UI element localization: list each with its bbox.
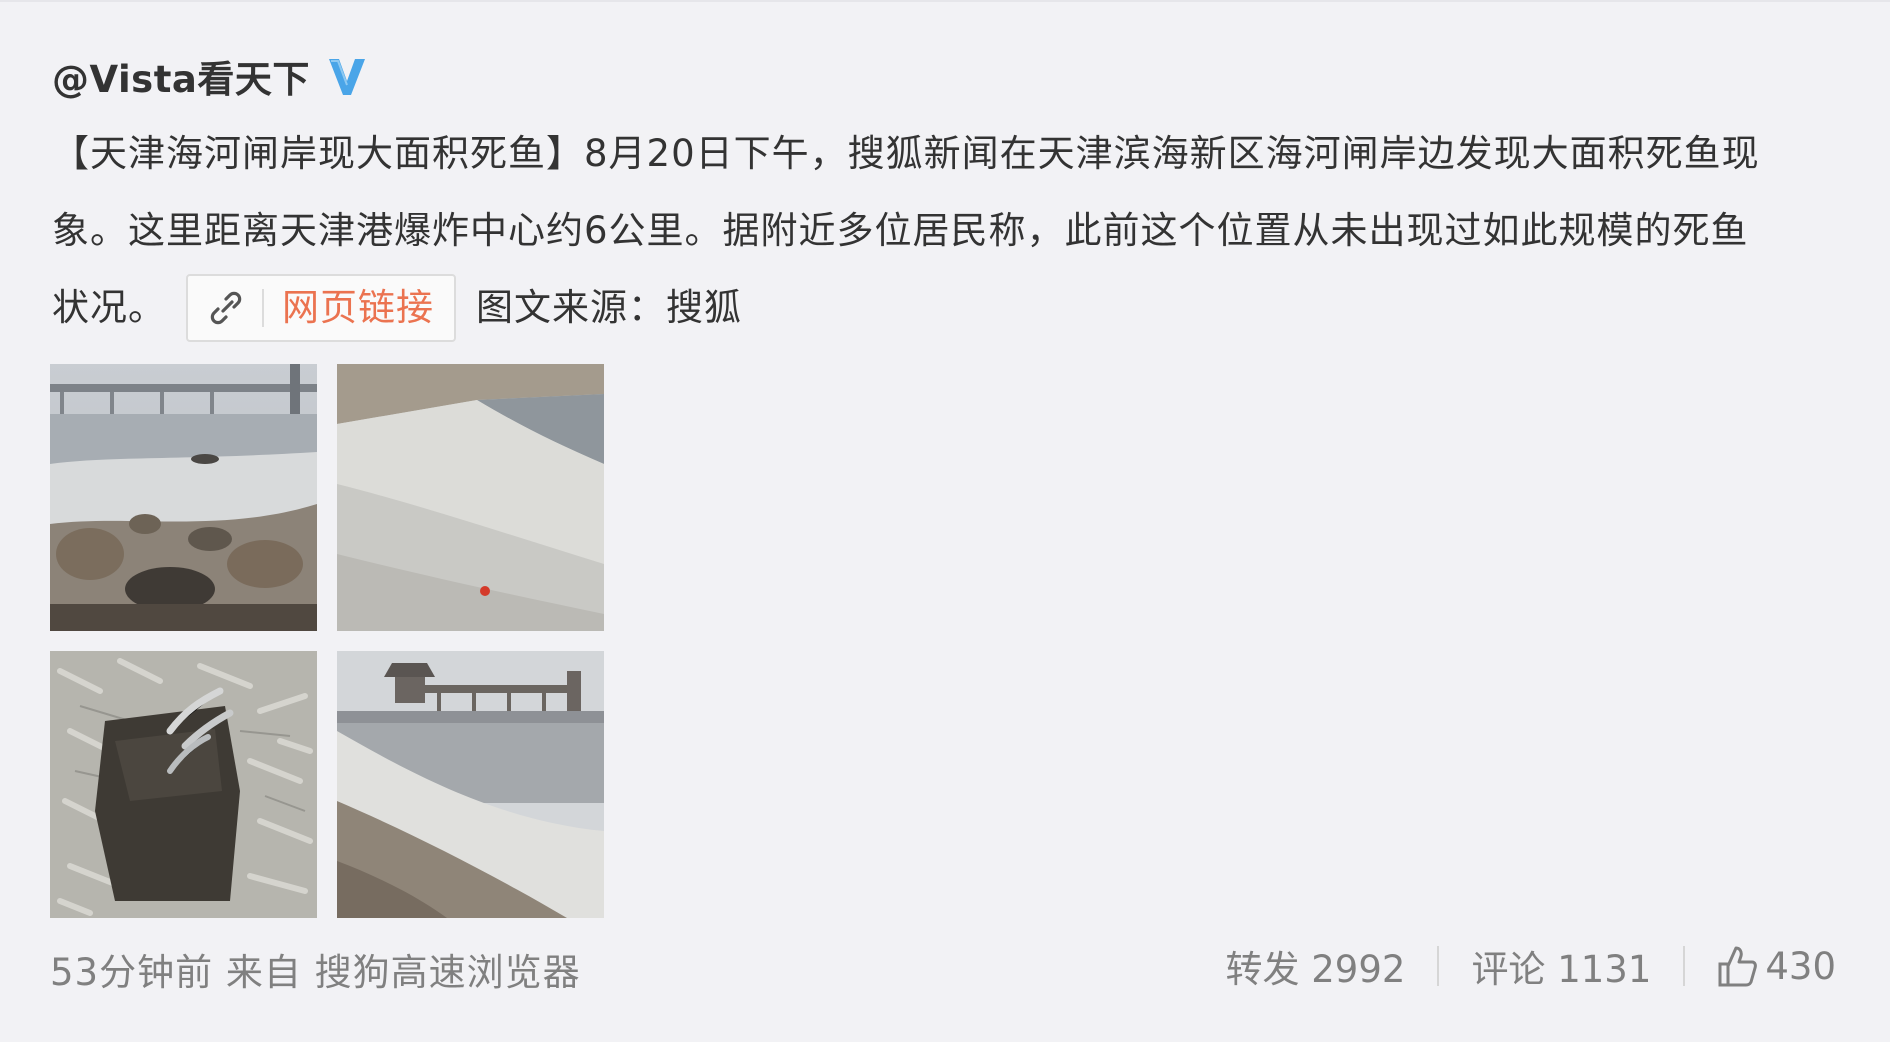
weibo-post-card: @Vista看天下 【天津海河闸岸现大面积死鱼】8月20日下午，搜狐新闻在天津滨… xyxy=(0,0,1890,1042)
top-divider xyxy=(0,0,1890,2)
post-text-line-1: 【天津海河闸岸现大面积死鱼】8月20日下午，搜狐新闻在天津滨海新区海河闸岸边发现… xyxy=(52,132,1760,175)
link-chip-divider xyxy=(262,288,264,327)
action-divider xyxy=(1437,946,1440,986)
post-text-line-3: 状况。 网页链接 图文来源：搜狐 xyxy=(52,269,1852,346)
author-name[interactable]: @Vista看天下 xyxy=(52,49,310,103)
image-source-text: 图文来源：搜狐 xyxy=(476,286,742,329)
thumbs-up-icon xyxy=(1718,946,1758,987)
comment-button[interactable]: 评论 1131 xyxy=(1471,939,1651,993)
post-meta: 53分钟前 来自 搜狗高速浏览器 xyxy=(50,951,581,994)
like-count: 430 xyxy=(1765,944,1836,988)
post-text-line-3-start: 状况。 xyxy=(52,286,166,329)
action-divider xyxy=(1683,946,1686,986)
photo-thumbnail-1[interactable] xyxy=(50,364,317,631)
web-link-button[interactable]: 网页链接 xyxy=(186,273,456,342)
post-author-row: @Vista看天下 xyxy=(52,48,370,104)
photo-grid xyxy=(50,364,610,918)
like-button[interactable]: 430 xyxy=(1717,944,1836,988)
repost-button[interactable]: 转发 2992 xyxy=(1226,939,1406,993)
web-link-label[interactable]: 网页链接 xyxy=(282,269,434,346)
photo-thumbnail-2[interactable] xyxy=(337,364,604,631)
link-icon xyxy=(210,291,242,324)
post-actions: 转发 2992 评论 1131 430 xyxy=(1226,938,1837,994)
photo-4-image xyxy=(337,651,604,918)
photo-1-image xyxy=(50,364,317,631)
photo-thumbnail-3[interactable] xyxy=(50,651,317,918)
photo-thumbnail-4[interactable] xyxy=(337,651,604,918)
photo-2-image xyxy=(337,364,604,631)
verified-v-icon xyxy=(328,59,365,95)
photo-3-image xyxy=(50,651,317,918)
post-content: 【天津海河闸岸现大面积死鱼】8月20日下午，搜狐新闻在天津滨海新区海河闸岸边发现… xyxy=(52,115,1852,346)
post-text-line-2: 象。这里距离天津港爆炸中心约6公里。据附近多位居民称，此前这个位置从未出现过如此… xyxy=(52,209,1749,252)
